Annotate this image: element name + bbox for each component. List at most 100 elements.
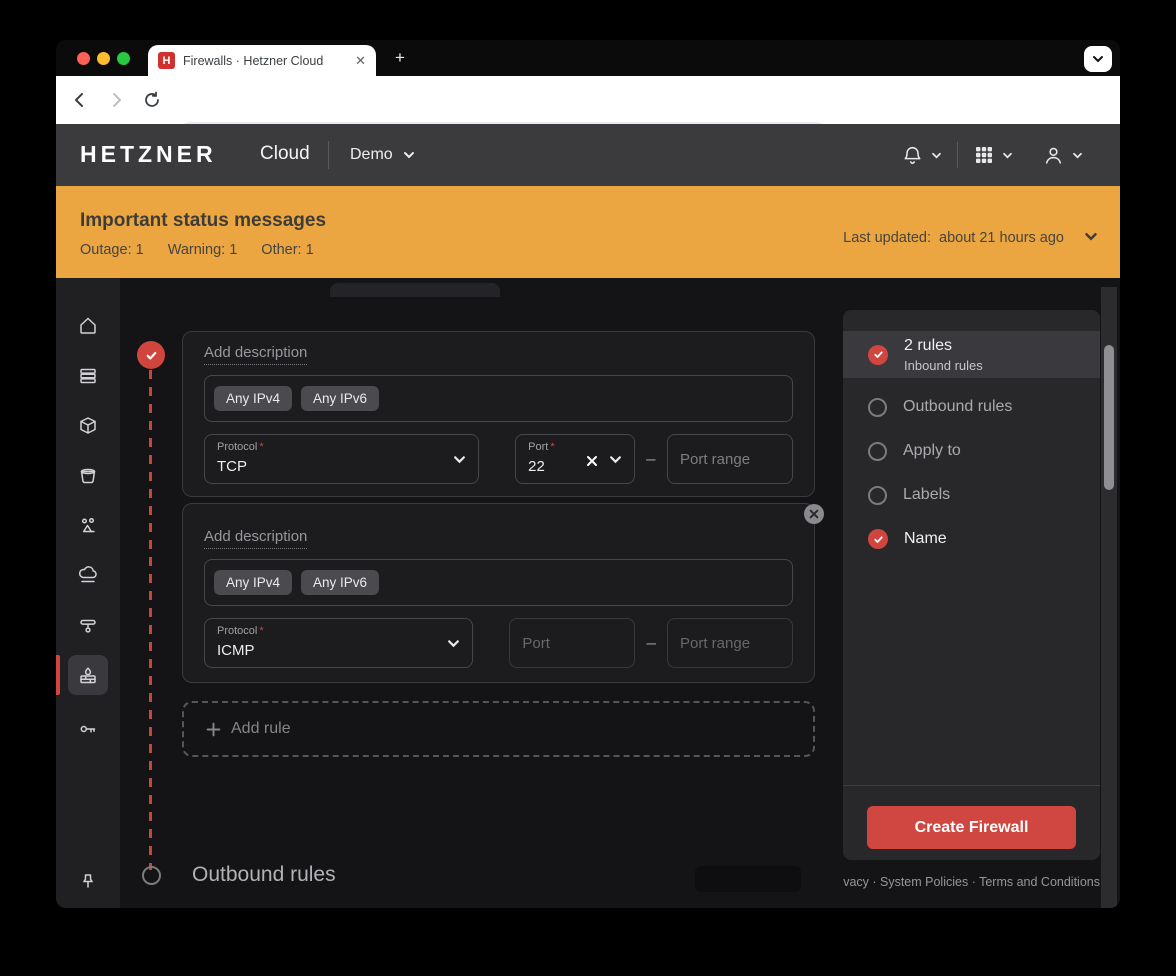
nav-home-icon[interactable] — [77, 315, 99, 337]
step-title: Name — [904, 530, 947, 548]
add-description-button[interactable]: Add description — [204, 528, 307, 549]
tab-strip: H Firewalls · Hetzner Cloud ✕ + — [56, 40, 1120, 76]
app-header: HETZNER Cloud Demo ⌘ K — [56, 124, 1120, 186]
last-updated: Last updated: about 21 hours ago — [843, 230, 1064, 246]
step-done-icon — [868, 529, 888, 549]
minimize-window-button[interactable] — [97, 52, 110, 65]
port-range-separator: – — [635, 449, 667, 469]
plus-icon — [206, 722, 221, 737]
nav-servers-icon[interactable] — [77, 365, 99, 387]
nav-firewalls-icon[interactable] — [77, 665, 99, 687]
nav-pin-icon[interactable] — [77, 871, 99, 893]
footer-links[interactable]: vacy · System Policies · Terms and Condi… — [843, 875, 1100, 889]
grid-icon — [973, 144, 995, 166]
required-marker: * — [550, 441, 554, 453]
nav-security-keys-icon[interactable] — [77, 715, 99, 737]
chevron-down-icon — [453, 455, 466, 464]
notifications-button[interactable] — [901, 144, 942, 167]
warning-label: Warning: — [168, 242, 225, 258]
step-apply-to[interactable]: Apply to — [843, 429, 1100, 473]
port-label: Port — [528, 441, 548, 453]
protocol-label: Protocol — [217, 441, 257, 453]
port-range-input[interactable] — [667, 618, 793, 668]
ip-chip[interactable]: Any IPv4 — [214, 570, 292, 595]
chevron-down-icon — [931, 152, 942, 159]
port-value: 22 — [528, 458, 545, 475]
outage-label: Outage: — [80, 242, 132, 258]
browser-tab[interactable]: H Firewalls · Hetzner Cloud ✕ — [148, 45, 376, 76]
browser-toolbar: console.hetzner.cloud/projects/3873726/f… — [56, 76, 1120, 124]
required-marker: * — [259, 625, 263, 637]
header-divider — [328, 141, 329, 169]
clear-port-icon[interactable] — [586, 454, 598, 472]
step-inbound-rules[interactable]: 2 rules Inbound rules — [843, 331, 1100, 378]
ip-chip[interactable]: Any IPv4 — [214, 386, 292, 411]
protocol-value: ICMP — [217, 642, 255, 659]
chevron-down-icon — [447, 639, 460, 648]
port-input[interactable] — [509, 618, 635, 668]
add-rule-button[interactable]: Add rule — [182, 701, 815, 757]
tab-search-button[interactable] — [1084, 46, 1112, 72]
nav-object-storage-icon[interactable] — [77, 465, 99, 487]
banner-expand-button[interactable] — [1084, 232, 1098, 241]
left-nav — [56, 278, 120, 908]
nav-networks-icon[interactable] — [77, 565, 99, 587]
panel-divider — [843, 785, 1100, 786]
reload-button[interactable] — [141, 89, 163, 111]
step-title: Apply to — [903, 442, 961, 460]
step-todo-icon — [868, 398, 887, 417]
step-title: Labels — [903, 486, 950, 504]
ip-chip[interactable]: Any IPv6 — [301, 386, 379, 411]
new-tab-button[interactable]: + — [390, 48, 410, 68]
create-firewall-button[interactable]: Create Firewall — [867, 806, 1076, 849]
nav-volumes-icon[interactable] — [77, 415, 99, 437]
step-todo-icon — [868, 486, 887, 505]
remove-rule-button[interactable] — [804, 504, 824, 524]
required-marker: * — [259, 441, 263, 453]
cloud-label: Cloud — [260, 143, 310, 165]
project-name: Demo — [350, 146, 393, 164]
ip-chip[interactable]: Any IPv6 — [301, 570, 379, 595]
rule-fields-row: Protocol* TCP Port* 22 – — [204, 434, 793, 484]
port-range-input[interactable] — [667, 434, 793, 484]
apps-menu-button[interactable] — [973, 144, 1013, 166]
outbound-section-header: Outbound rules — [142, 863, 336, 887]
last-updated-value: about 21 hours ago — [939, 230, 1064, 246]
scrolled-card-remnant — [330, 283, 500, 297]
scrollbar-thumb[interactable] — [1104, 345, 1114, 490]
back-button[interactable] — [69, 89, 91, 111]
wizard-steps-panel: 2 rules Inbound rules Outbound rules App… — [843, 310, 1100, 860]
page-content: Inbound rules Add description Any IPv4 A… — [56, 278, 1120, 908]
forward-button[interactable] — [105, 89, 127, 111]
nav-placement-groups-icon[interactable] — [77, 515, 99, 537]
protocol-select[interactable]: Protocol* TCP — [204, 434, 479, 484]
browser-window: H Firewalls · Hetzner Cloud ✕ + console.… — [56, 40, 1120, 908]
maximize-window-button[interactable] — [117, 52, 130, 65]
close-window-button[interactable] — [77, 52, 90, 65]
last-updated-label: Last updated: — [843, 230, 931, 246]
source-ips-input[interactable]: Any IPv4 Any IPv6 — [204, 375, 793, 422]
tab-close-icon[interactable]: ✕ — [355, 53, 366, 69]
account-menu-button[interactable] — [1042, 144, 1083, 167]
step-outbound-rules[interactable]: Outbound rules — [843, 385, 1100, 429]
person-icon — [1042, 144, 1065, 167]
rule-fields-row: Protocol* ICMP – — [204, 618, 793, 668]
source-ips-input[interactable]: Any IPv4 Any IPv6 — [204, 559, 793, 606]
project-selector[interactable]: Demo — [350, 146, 415, 164]
outbound-step-circle — [142, 866, 161, 885]
hetzner-logo[interactable]: HETZNER — [80, 141, 217, 168]
nav-load-balancers-icon[interactable] — [77, 615, 99, 637]
inbound-rule-card-1: Add description Any IPv4 Any IPv6 Protoc… — [182, 331, 815, 497]
step-name[interactable]: Name — [843, 517, 1100, 561]
add-description-button[interactable]: Add description — [204, 344, 307, 365]
header-divider — [957, 142, 958, 168]
step-labels[interactable]: Labels — [843, 473, 1100, 517]
close-icon — [809, 509, 819, 519]
chevron-down-icon — [403, 151, 415, 159]
step-connector-line — [149, 370, 152, 870]
protocol-select[interactable]: Protocol* ICMP — [204, 618, 473, 668]
scrollbar-track[interactable] — [1101, 287, 1117, 908]
port-select[interactable]: Port* 22 — [515, 434, 635, 484]
status-counts: Outage: 1 Warning: 1 Other: 1 — [80, 242, 314, 258]
hetzner-favicon-icon: H — [158, 52, 175, 69]
